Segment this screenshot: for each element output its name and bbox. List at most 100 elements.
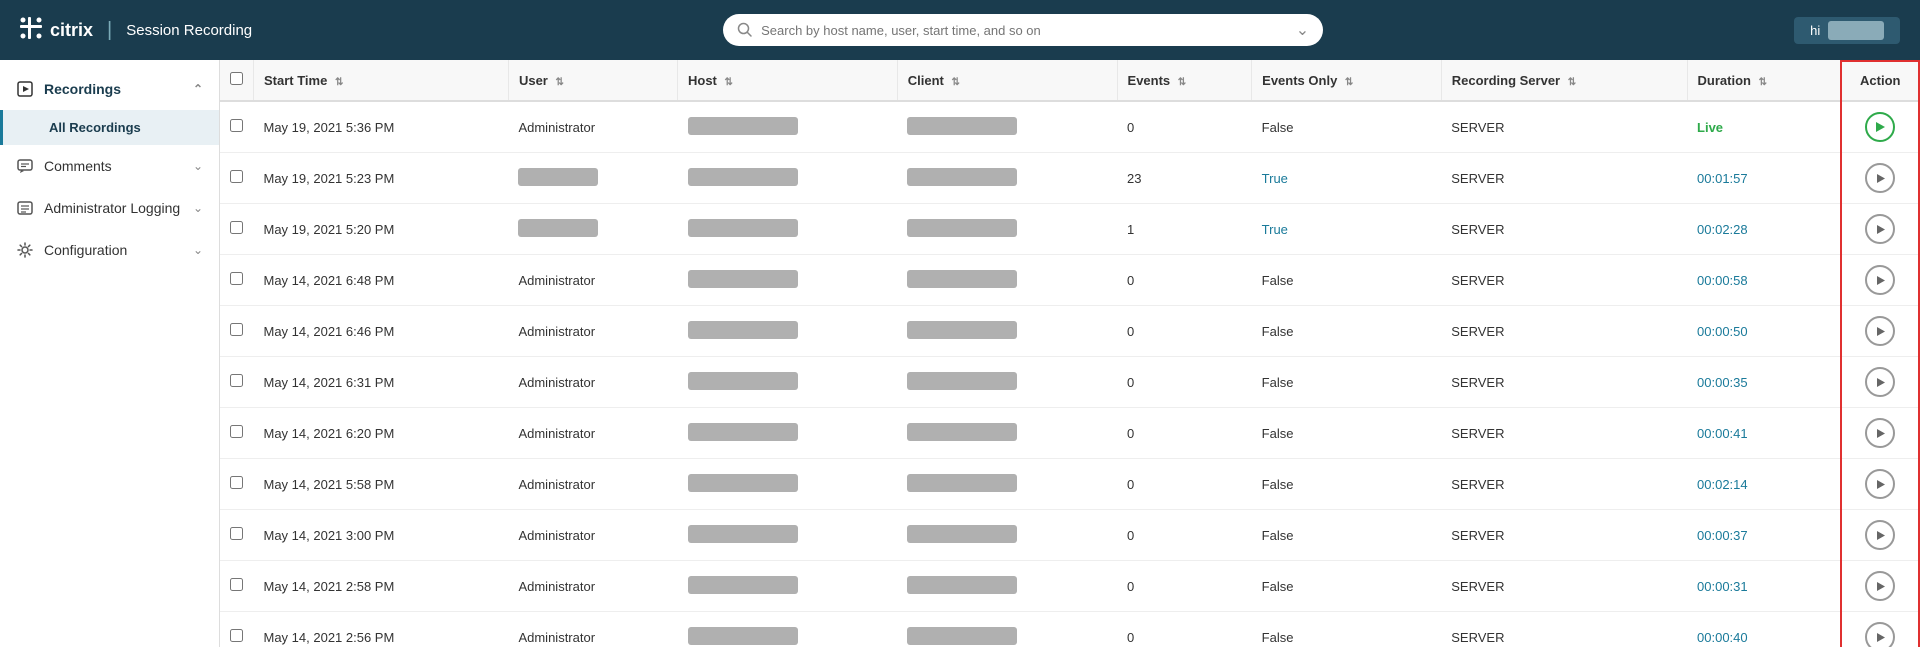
- th-user[interactable]: User ⇅: [508, 60, 677, 101]
- client-blurred: [907, 321, 1017, 339]
- cell-start-time: May 14, 2021 5:58 PM: [254, 459, 509, 510]
- table-row: May 14, 2021 3:00 PMAdministrator0FalseS…: [220, 510, 1920, 561]
- cell-client: [897, 459, 1117, 510]
- th-recording-server[interactable]: Recording Server ⇅: [1441, 60, 1687, 101]
- cell-events: 0: [1117, 612, 1252, 647]
- cell-events: 1: [1117, 204, 1252, 255]
- row-checkbox-2[interactable]: [230, 221, 243, 234]
- sidebar-item-recordings[interactable]: Recordings ⌃: [0, 68, 219, 110]
- row-checkbox-9[interactable]: [230, 578, 243, 591]
- user-blurred: [518, 168, 598, 186]
- play-button-0[interactable]: [1865, 112, 1895, 142]
- row-checkbox-3[interactable]: [230, 272, 243, 285]
- cell-host: [678, 561, 898, 612]
- play-button-2[interactable]: [1865, 214, 1895, 244]
- play-button-1[interactable]: [1865, 163, 1895, 193]
- duration-link[interactable]: 00:00:41: [1697, 426, 1748, 441]
- client-blurred: [907, 627, 1017, 645]
- search-dropdown-icon[interactable]: ⌄: [1296, 20, 1309, 40]
- play-button-5[interactable]: [1865, 367, 1895, 397]
- duration-link[interactable]: 00:00:37: [1697, 528, 1748, 543]
- select-all-checkbox[interactable]: [230, 72, 243, 85]
- user-greeting: hi: [1794, 17, 1900, 44]
- play-button-3[interactable]: [1865, 265, 1895, 295]
- admin-logging-label: Administrator Logging: [44, 200, 180, 216]
- host-blurred: [688, 219, 798, 237]
- row-checkbox-5[interactable]: [230, 374, 243, 387]
- cell-host: [678, 153, 898, 204]
- table-header-row: Start Time ⇅ User ⇅ Host ⇅ Client ⇅ Even: [220, 60, 1920, 101]
- row-checkbox-7[interactable]: [230, 476, 243, 489]
- th-start-time[interactable]: Start Time ⇅: [254, 60, 509, 101]
- duration-link[interactable]: 00:02:14: [1697, 477, 1748, 492]
- row-checkbox-6[interactable]: [230, 425, 243, 438]
- sidebar-item-admin-logging[interactable]: Administrator Logging ⌄: [0, 187, 219, 229]
- cell-user: Administrator: [508, 561, 677, 612]
- th-host[interactable]: Host ⇅: [678, 60, 898, 101]
- cell-start-time: May 14, 2021 6:48 PM: [254, 255, 509, 306]
- duration-link[interactable]: 00:00:35: [1697, 375, 1748, 390]
- sidebar-item-all-recordings[interactable]: All Recordings: [0, 110, 219, 145]
- duration-link[interactable]: 00:00:58: [1697, 273, 1748, 288]
- client-blurred: [907, 525, 1017, 543]
- search-input[interactable]: [761, 23, 1288, 38]
- cell-host: [678, 306, 898, 357]
- cell-events-only: True: [1252, 153, 1442, 204]
- cell-client: [897, 357, 1117, 408]
- cell-events: 0: [1117, 561, 1252, 612]
- cell-recording-server: SERVER: [1441, 204, 1687, 255]
- cell-action: [1840, 306, 1920, 357]
- row-checkbox-8[interactable]: [230, 527, 243, 540]
- cell-events: 0: [1117, 459, 1252, 510]
- th-client[interactable]: Client ⇅: [897, 60, 1117, 101]
- row-checkbox-4[interactable]: [230, 323, 243, 336]
- row-checkbox-10[interactable]: [230, 629, 243, 642]
- sort-icon-user: ⇅: [555, 77, 563, 88]
- cell-host: [678, 101, 898, 153]
- play-button-6[interactable]: [1865, 418, 1895, 448]
- duration-link[interactable]: 00:02:28: [1697, 222, 1748, 237]
- play-button-8[interactable]: [1865, 520, 1895, 550]
- th-duration[interactable]: Duration ⇅: [1687, 60, 1840, 101]
- cell-user: Administrator: [508, 612, 677, 647]
- play-button-4[interactable]: [1865, 316, 1895, 346]
- admin-logging-chevron: ⌄: [193, 201, 203, 215]
- citrix-text: citrix: [50, 20, 93, 41]
- events-only-value: True: [1262, 171, 1288, 186]
- cell-client: [897, 255, 1117, 306]
- th-action: Action: [1840, 60, 1920, 101]
- duration-link[interactable]: 00:00:50: [1697, 324, 1748, 339]
- sidebar-item-configuration[interactable]: Configuration ⌄: [0, 229, 219, 271]
- th-events-only[interactable]: Events Only ⇅: [1252, 60, 1442, 101]
- cell-user: Administrator: [508, 101, 677, 153]
- row-checkbox-0[interactable]: [230, 119, 243, 132]
- cell-duration: Live: [1687, 101, 1840, 153]
- duration-link[interactable]: 00:00:31: [1697, 579, 1748, 594]
- table-row: May 14, 2021 6:31 PMAdministrator0FalseS…: [220, 357, 1920, 408]
- logo-divider: |: [107, 19, 112, 42]
- cell-start-time: May 14, 2021 6:20 PM: [254, 408, 509, 459]
- cell-events-only: False: [1252, 101, 1442, 153]
- duration-link[interactable]: 00:00:40: [1697, 630, 1748, 645]
- gear-icon: [16, 241, 34, 259]
- cell-start-time: May 19, 2021 5:23 PM: [254, 153, 509, 204]
- cell-user: [508, 153, 677, 204]
- client-blurred: [907, 474, 1017, 492]
- duration-link[interactable]: 00:01:57: [1697, 171, 1748, 186]
- play-button-10[interactable]: [1865, 622, 1895, 647]
- main-layout: Recordings ⌃ All Recordings Comments ⌄: [0, 60, 1920, 647]
- cell-duration: 00:00:58: [1687, 255, 1840, 306]
- cell-action: [1840, 612, 1920, 647]
- row-checkbox-1[interactable]: [230, 170, 243, 183]
- cell-duration: 00:00:37: [1687, 510, 1840, 561]
- play-button-7[interactable]: [1865, 469, 1895, 499]
- search-bar: ⌄: [723, 14, 1323, 46]
- cell-action: [1840, 459, 1920, 510]
- host-blurred: [688, 321, 798, 339]
- cell-client: [897, 561, 1117, 612]
- th-events[interactable]: Events ⇅: [1117, 60, 1252, 101]
- comment-icon: [16, 157, 34, 175]
- play-button-9[interactable]: [1865, 571, 1895, 601]
- sidebar-item-comments[interactable]: Comments ⌄: [0, 145, 219, 187]
- app-name: Session Recording: [126, 22, 252, 39]
